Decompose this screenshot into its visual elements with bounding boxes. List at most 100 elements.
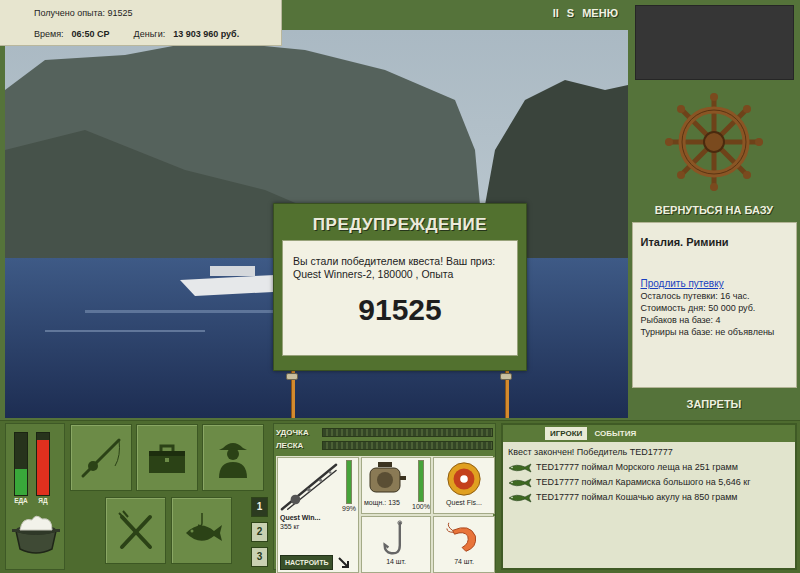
base-details: Осталось путевки: 16 час.Стоимость дня: … [641,290,789,338]
bait-slot[interactable]: 74 шт. [433,516,495,573]
reel-icon [364,460,408,498]
tackle-box-button[interactable] [136,424,198,491]
log-entry: Квест закончен! Победитель TED17777 [508,445,791,460]
line-spool-icon [445,460,483,498]
hook-slot[interactable]: 14 шт. [361,516,431,573]
actions-panel: 1 2 3 [70,423,268,570]
extend-link[interactable]: Продлить путевку [641,277,724,290]
base-info: Италия. Римини Продлить путевку Осталось… [632,222,797,388]
reel-condition: 100% [412,502,430,511]
warning-dialog: ПРЕДУПРЕЖДЕНИЕ Вы стали победителем квес… [273,203,527,371]
setup-button[interactable]: НАСТРОИТЬ [280,555,333,570]
time-label: Время: [34,28,64,40]
base-detail: Стоимость дня: 50 000 руб. [641,302,789,314]
line-slot[interactable]: Quest Fis... [433,457,495,514]
log-panel: ИГРОКИСОБЫТИЯ Квест закончен! Победитель… [501,423,797,570]
fish-icon [508,478,532,488]
location-title: Италия. Римини [641,236,789,249]
base-detail: Рыбаков на базе: 4 [641,314,789,326]
hook-count: 14 шт. [386,557,406,566]
dialog-body: Вы стали победителем квеста! Ваш приз: Q… [282,240,518,356]
game-screen: Получено опыта: 91525 Время: 06:50 СР Де… [0,0,800,573]
fishing-rod-icon [79,436,123,480]
meter-fill [37,440,49,495]
meter-label: ЕДА [14,497,28,505]
reel-slot[interactable]: мощн.: 135 100% [361,457,431,514]
return-button[interactable]: ВЕРНУТЬСЯ НА БАЗУ [655,204,773,217]
rod-condition: 99% [342,504,356,513]
dialog-title: ПРЕДУПРЕЖДЕНИЕ [282,204,518,240]
fork-knife-icon [114,509,158,553]
gauge-track [322,428,493,437]
hook-icon [377,519,415,557]
log-tab[interactable]: СОБЫТИЯ [589,427,641,440]
gauge: ЛЕСКА [276,439,493,452]
page-button[interactable]: 3 [251,547,268,567]
toolbar-button[interactable]: МЕНЮ [582,7,618,20]
gauge-label: ЛЕСКА [276,440,322,452]
time-value: 06:50 СР [72,28,110,40]
gauge: УДОЧКА [276,426,493,439]
log-text: Квест закончен! Победитель TED17777 [508,445,673,460]
toolbar-button[interactable]: II [553,7,559,20]
rod-icon [280,460,338,512]
fisherman-icon [211,436,255,480]
fisherman-button[interactable] [202,424,264,491]
meter: ЯД [34,432,52,505]
rod-condition-fill [347,461,351,503]
bans-button[interactable]: ЗАПРЕТЫ [687,398,742,411]
food-button[interactable] [105,497,166,564]
page-button[interactable]: 1 [251,497,268,517]
rod-reel [500,373,512,380]
rod-load: 355 кг [280,522,356,531]
meter: ЕДА [12,432,30,505]
scene-photo: ПРЕДУПРЕЖДЕНИЕ Вы стали победителем квес… [5,30,628,418]
dialog-value: 91525 [293,293,507,327]
log-tab[interactable]: ИГРОКИ [545,427,587,440]
page-button[interactable]: 2 [251,522,268,542]
meter-track [14,432,28,496]
catch-button[interactable] [171,497,232,564]
stats-panel: Получено опыта: 91525 Время: 06:50 СР Де… [0,0,282,46]
log-text: TED17777 поймал Морского леща на 251 гра… [536,460,738,475]
bottom-panel: ЕДА ЯД [0,420,800,573]
rod-reel [286,373,298,380]
reel-condition-bar [418,460,424,502]
toolbar-button[interactable]: S [567,7,574,20]
gauge-track [322,441,493,450]
rod-slot[interactable]: 99% Quest Win... 355 кг НАСТРОИТЬ [277,457,359,573]
tackle-box-icon [145,436,189,480]
log-entry: TED17777 поймал Кошачью акулу на 850 гра… [508,490,791,505]
ship-wheel-icon[interactable] [664,92,764,192]
toolbar: II S МЕНЮ [553,0,628,20]
base-detail: Осталось путевки: 16 час. [641,290,789,302]
page-switcher: 1 2 3 [237,497,268,567]
rod-name: Quest Win... [280,513,356,522]
tackle-panel: УДОЧКАЛЕСКА 99% Quest Win... 355 кг НАСТ… [273,423,496,570]
shrimp-icon [445,519,483,557]
right-panel: ВЕРНУТЬСЯ НА БАЗУ Италия. Римини Продлит… [628,0,800,420]
reel-condition-fill [419,461,423,501]
top-bar: Получено опыта: 91525 Время: 06:50 СР Де… [0,0,628,30]
meters-panel: ЕДА ЯД [5,423,65,570]
dialog-message: Вы стали победителем квеста! Ваш приз: Q… [293,255,507,281]
money-label: Деньги: [134,28,166,40]
experience-text: Получено опыта: 91525 [34,7,271,19]
bait-count: 74 шт. [454,557,474,566]
base-detail: Турниры на базе: не объявлены [641,326,789,338]
log-entries: Квест закончен! Победитель TED17777TED17… [503,442,795,507]
log-tabs: ИГРОКИСОБЫТИЯ [503,425,795,442]
arrow-icon[interactable] [337,556,351,570]
money-value: 13 903 960 руб. [173,28,239,40]
food-pot-icon[interactable] [12,511,60,557]
line-name: Quest Fis... [446,498,482,507]
log-text: TED17777 поймал Кошачью акулу на 850 гра… [536,490,738,505]
ad-box [635,5,794,80]
fish-icon [508,493,532,503]
rod-button[interactable] [70,424,132,491]
log-text: TED17777 поймал Карамиска большого на 5,… [536,475,750,490]
log-entry: TED17777 поймал Морского леща на 251 гра… [508,460,791,475]
meter-label: ЯД [38,497,47,505]
log-entry: TED17777 поймал Карамиска большого на 5,… [508,475,791,490]
tackle-slots: 99% Quest Win... 355 кг НАСТРОИТЬ мощн.:… [276,456,493,573]
